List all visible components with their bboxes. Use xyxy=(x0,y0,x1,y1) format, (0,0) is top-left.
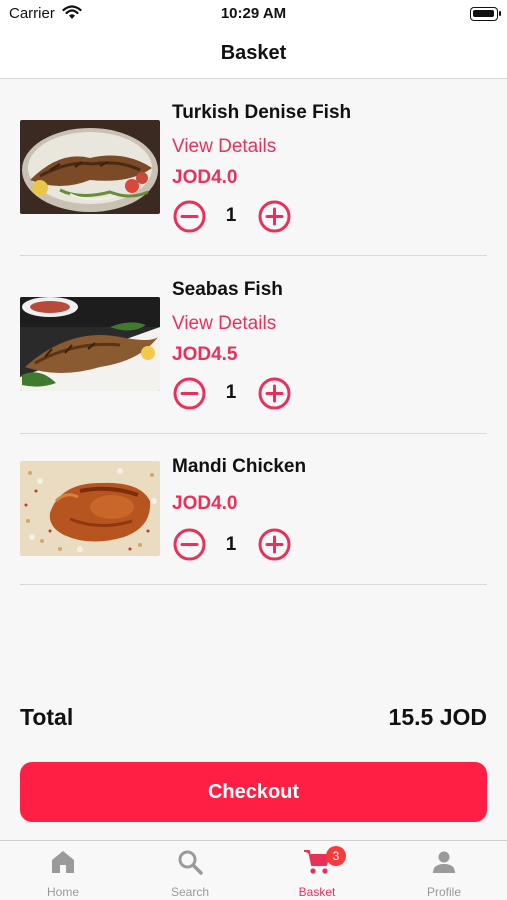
page-title: Basket xyxy=(220,42,287,64)
total-value: 15.5 JOD xyxy=(388,704,487,730)
decrease-quantity-icon[interactable] xyxy=(173,200,206,233)
item-price: JOD4.5 xyxy=(172,344,238,365)
item-price: JOD4.0 xyxy=(172,167,238,188)
search-icon xyxy=(178,850,203,875)
status-bar: Carrier 10:29 AM xyxy=(0,0,507,30)
profile-icon xyxy=(433,851,455,873)
view-details-link[interactable]: View Details xyxy=(172,136,276,158)
basket-count-badge: 3 xyxy=(326,846,346,866)
item-name: Turkish Denise Fish xyxy=(172,102,352,123)
item-divider xyxy=(20,255,487,256)
tab-label: Search xyxy=(170,885,210,899)
navigation-bar: Basket xyxy=(0,30,507,79)
tab-label: Profile xyxy=(426,885,461,899)
item-image-mandi-chicken[interactable] xyxy=(20,461,160,556)
item-name: Mandi Chicken xyxy=(172,456,307,477)
item-image-grilled-fish[interactable] xyxy=(20,120,160,214)
increase-quantity-icon[interactable] xyxy=(258,200,291,233)
item-image-seabass[interactable] xyxy=(20,297,160,391)
home-icon xyxy=(52,851,74,873)
tab-search[interactable]: Search xyxy=(127,841,253,900)
item-divider xyxy=(20,433,487,434)
checkout-button[interactable]: Checkout xyxy=(20,762,487,822)
basket-item: Turkish Denise Fish View Details JOD4.0 … xyxy=(20,100,487,250)
item-divider xyxy=(20,584,487,585)
item-price: JOD4.0 xyxy=(172,493,238,514)
item-quantity: 1 xyxy=(225,382,237,403)
view-details-link[interactable]: View Details xyxy=(172,313,276,335)
decrease-quantity-icon[interactable] xyxy=(173,528,206,561)
tab-label: Basket xyxy=(298,885,336,899)
increase-quantity-icon[interactable] xyxy=(258,528,291,561)
tab-label: Home xyxy=(46,885,79,899)
tab-basket[interactable]: 3 Basket xyxy=(254,841,380,900)
tab-profile[interactable]: Profile xyxy=(381,841,507,900)
item-quantity: 1 xyxy=(225,205,237,226)
tab-home[interactable]: Home xyxy=(0,841,126,900)
item-quantity: 1 xyxy=(225,534,237,555)
decrease-quantity-icon[interactable] xyxy=(173,377,206,410)
tab-bar: Home Search 3 Basket Profile xyxy=(0,840,507,900)
basket-item: Seabas Fish View Details JOD4.5 1 xyxy=(20,277,487,427)
status-time: 10:29 AM xyxy=(220,5,287,22)
battery-icon xyxy=(470,7,501,21)
total-label: Total xyxy=(20,704,74,730)
item-name: Seabas Fish xyxy=(172,279,283,300)
increase-quantity-icon[interactable] xyxy=(258,377,291,410)
basket-item: Mandi Chicken JOD4.0 1 xyxy=(20,454,487,574)
